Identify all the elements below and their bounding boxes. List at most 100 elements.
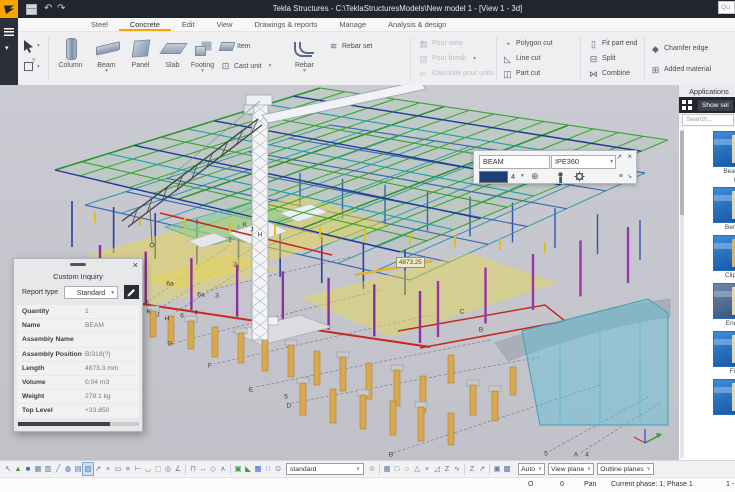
snap-icon[interactable]: ○	[402, 463, 412, 475]
snap-icon[interactable]: ▦	[382, 463, 392, 475]
ribbon-button-panel[interactable]: Panel	[124, 35, 157, 83]
component-card[interactable]: Fitti	[713, 331, 735, 375]
ribbon-button-polygon-cut[interactable]: ◔Polygon cut	[502, 36, 553, 51]
snap-icon[interactable]: ∷	[263, 463, 273, 475]
search-input[interactable]: Search...	[682, 114, 734, 126]
undo-icon[interactable]: ↶	[44, 2, 52, 16]
show-button[interactable]: Show sel	[698, 100, 733, 111]
grid-view-icon[interactable]	[682, 100, 693, 110]
snap-icon[interactable]: ∧	[218, 463, 228, 475]
ribbon-button-part-cut[interactable]: ◫Part cut	[502, 66, 553, 81]
snap-icon[interactable]: △	[412, 463, 422, 475]
select-switch-caret[interactable]: ▾	[37, 64, 40, 70]
snap-icon[interactable]: ╱	[53, 463, 63, 475]
redo-icon[interactable]: ↷	[57, 2, 65, 16]
component-card[interactable]	[713, 379, 735, 416]
snap-icon[interactable]: ∿	[452, 463, 462, 475]
tab-manage[interactable]: Manage	[328, 18, 377, 31]
tab-concrete[interactable]: Concrete	[119, 18, 171, 31]
component-card[interactable]: Beam w(	[713, 131, 735, 183]
snap-icon[interactable]: ↗	[477, 463, 487, 475]
ribbon-button-combine[interactable]: ⋈Combine	[588, 66, 637, 81]
profile-select[interactable]: IPE360▾	[551, 155, 616, 169]
select-cursor-caret[interactable]: ▾	[37, 43, 40, 49]
part-name-input[interactable]: BEAM	[479, 155, 550, 169]
snap-icon[interactable]: ▦	[33, 463, 43, 475]
snap-icon[interactable]: ▤	[73, 463, 83, 475]
snap-icon[interactable]: Z	[467, 463, 477, 475]
snap-icon[interactable]: Z	[442, 463, 452, 475]
snap-icon[interactable]: □	[392, 463, 402, 475]
snap-icon[interactable]: ◿	[432, 463, 442, 475]
snap-icon[interactable]: ≡	[123, 463, 133, 475]
ribbon-button-rebar-set[interactable]: ≋ Rebar set	[328, 39, 372, 53]
report-type-select[interactable]: Standard▾	[64, 286, 118, 299]
select-auto[interactable]: Auto∨	[518, 463, 545, 475]
ribbon-button-cast-unit[interactable]: ⊡ Cast unit ▾	[220, 59, 271, 73]
edit-report-button[interactable]	[124, 285, 139, 299]
selection-filter-select[interactable]: standard∨	[286, 463, 364, 475]
snap-icon[interactable]: ▣	[233, 463, 243, 475]
component-card[interactable]: End pl	[713, 283, 735, 327]
snap-icon[interactable]: ▥	[43, 463, 53, 475]
select-cursor-icon[interactable]	[24, 40, 34, 53]
ribbon-button-item[interactable]: Item	[220, 39, 251, 53]
component-card[interactable]: Bent pl	[713, 187, 735, 231]
ribbon-button-line-cut[interactable]: ◺Line cut	[502, 51, 553, 66]
toolbar-menu-icon[interactable]: ≡	[619, 173, 623, 181]
snap-icon[interactable]: ■	[23, 463, 33, 475]
snap-icon[interactable]: ▩	[502, 463, 512, 475]
class-caret[interactable]: ▾	[521, 171, 524, 182]
drag-handle[interactable]	[70, 263, 86, 266]
contextual-toolbar[interactable]: BEAM IPE360▾ 4 ▾ ⊕ ↗ × ≡ ↘	[473, 150, 637, 184]
float-toolbar-icon[interactable]: ↗	[616, 154, 622, 162]
filter-gear-icon[interactable]: ⊛	[367, 463, 377, 475]
apply-pipette-icon[interactable]	[556, 172, 565, 183]
save-icon[interactable]	[26, 4, 37, 15]
ribbon-button-slab[interactable]: Slab	[156, 35, 189, 83]
ribbon-button-rebar[interactable]: Rebar ▾	[288, 35, 321, 83]
snap-icon[interactable]: ◎	[163, 463, 173, 475]
snap-icon[interactable]: ▦	[253, 463, 263, 475]
snap-icon[interactable]: ×	[422, 463, 432, 475]
snap-icon[interactable]: ▲	[13, 463, 23, 475]
snap-icon[interactable]: ∠	[173, 463, 183, 475]
tab-edit[interactable]: Edit	[171, 18, 206, 31]
snap-icon[interactable]: ▭	[113, 463, 123, 475]
ribbon-button-chamfer-edge[interactable]: ◆Chamfer edge	[650, 38, 711, 59]
class-color-swatch[interactable]	[479, 171, 508, 183]
inquiry-scrollbar[interactable]	[18, 422, 139, 426]
file-menu-icon[interactable]	[4, 28, 14, 36]
snap-icon[interactable]: ↖	[3, 463, 13, 475]
select-outline-planes[interactable]: Outline planes∨	[597, 463, 653, 475]
snap-icon[interactable]: ⊓	[188, 463, 198, 475]
snap-icon[interactable]: ×	[103, 463, 113, 475]
tab-view[interactable]: View	[206, 18, 244, 31]
snap-icon[interactable]: ↔	[198, 463, 208, 475]
select-view-plane[interactable]: View plane∨	[548, 463, 594, 475]
tab-steel[interactable]: Steel	[80, 18, 119, 31]
snap-icon[interactable]: ▧	[83, 463, 93, 475]
snap-icon[interactable]: ▣	[492, 463, 502, 475]
close-icon[interactable]: ×	[627, 153, 632, 161]
snap-icon[interactable]: ⊢	[133, 463, 143, 475]
apps-scrollbar[interactable]	[680, 129, 684, 458]
snap-icon[interactable]: ◣	[243, 463, 253, 475]
collapse-icon[interactable]: ↘	[627, 173, 632, 181]
strip-chevron-down-icon[interactable]: ▾	[5, 44, 9, 52]
tab-analysis-design[interactable]: Analysis & design	[377, 18, 457, 31]
component-card[interactable]: Clip an	[713, 235, 735, 279]
ribbon-button-beam[interactable]: Beam▾	[90, 35, 123, 83]
ribbon-button-split[interactable]: ⊟Split	[588, 51, 637, 66]
ribbon-button-footing[interactable]: Footing▾	[186, 35, 219, 83]
snap-icon[interactable]: ◇	[208, 463, 218, 475]
snap-icon[interactable]: ↗	[93, 463, 103, 475]
quick-launch-input[interactable]: Qu	[718, 1, 735, 14]
tekla-logo-icon[interactable]	[0, 0, 18, 18]
ribbon-button-column[interactable]: Column	[54, 35, 87, 83]
snap-icon[interactable]: ▢	[153, 463, 163, 475]
snap-icon[interactable]: ◍	[63, 463, 73, 475]
tab-drawings-reports[interactable]: Drawings & reports	[244, 18, 329, 31]
snap-icon[interactable]: ◡	[143, 463, 153, 475]
gear-icon[interactable]	[574, 171, 585, 182]
